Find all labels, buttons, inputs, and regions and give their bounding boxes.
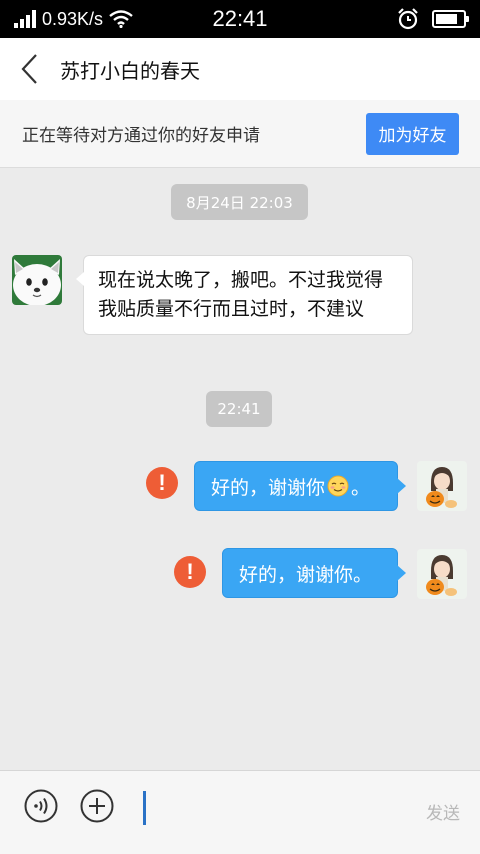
friend-request-text: 正在等待对方通过你的好友申请	[22, 126, 260, 146]
add-friend-button[interactable]: 加为好友	[366, 112, 459, 155]
message-text-end: 。	[351, 476, 371, 499]
message-text: 好的，谢谢你	[211, 476, 326, 499]
outgoing-message-bubble[interactable]: 好的，谢谢你。	[222, 548, 406, 598]
voice-button[interactable]	[24, 789, 58, 823]
voice-icon	[24, 789, 58, 823]
smiling-blush-emoji	[327, 475, 349, 497]
avatar[interactable]	[12, 255, 62, 305]
timestamp: 8月24日 22:03	[171, 184, 308, 220]
incoming-message-bubble[interactable]: 现在说太晚了，搬吧。不过我觉得我贴质量不行而且过时，不建议	[76, 255, 413, 335]
input-bar: 发送	[0, 770, 480, 854]
alarm-icon	[398, 8, 418, 30]
page-title: 苏打小白的春天	[60, 58, 200, 83]
friend-request-bar: 正在等待对方通过你的好友申请 加为好友	[0, 100, 480, 168]
chevron-left-icon	[21, 54, 37, 84]
signal-icon	[14, 10, 36, 28]
timestamp: 22:41	[206, 391, 272, 427]
my-avatar-icon	[417, 549, 467, 599]
contact-avatar-icon	[12, 255, 62, 305]
send-failed-icon[interactable]: !	[146, 467, 178, 499]
chat-header: 苏打小白的春天	[0, 38, 480, 100]
send-failed-icon[interactable]: !	[174, 556, 206, 588]
plus-icon	[80, 789, 114, 823]
message-input-cursor[interactable]	[143, 791, 146, 825]
network-speed: 0.93K/s	[42, 8, 104, 29]
status-bar: 0.93K/s 22:41	[0, 0, 480, 38]
wifi-icon	[109, 10, 133, 28]
back-button[interactable]	[0, 38, 60, 100]
my-avatar-icon	[417, 461, 467, 511]
avatar[interactable]	[417, 549, 467, 599]
outgoing-message-bubble[interactable]: 好的，谢谢你 。	[194, 461, 406, 511]
avatar[interactable]	[417, 461, 467, 511]
send-button[interactable]: 发送	[426, 799, 460, 824]
more-button[interactable]	[80, 789, 114, 823]
battery-icon	[432, 10, 469, 28]
